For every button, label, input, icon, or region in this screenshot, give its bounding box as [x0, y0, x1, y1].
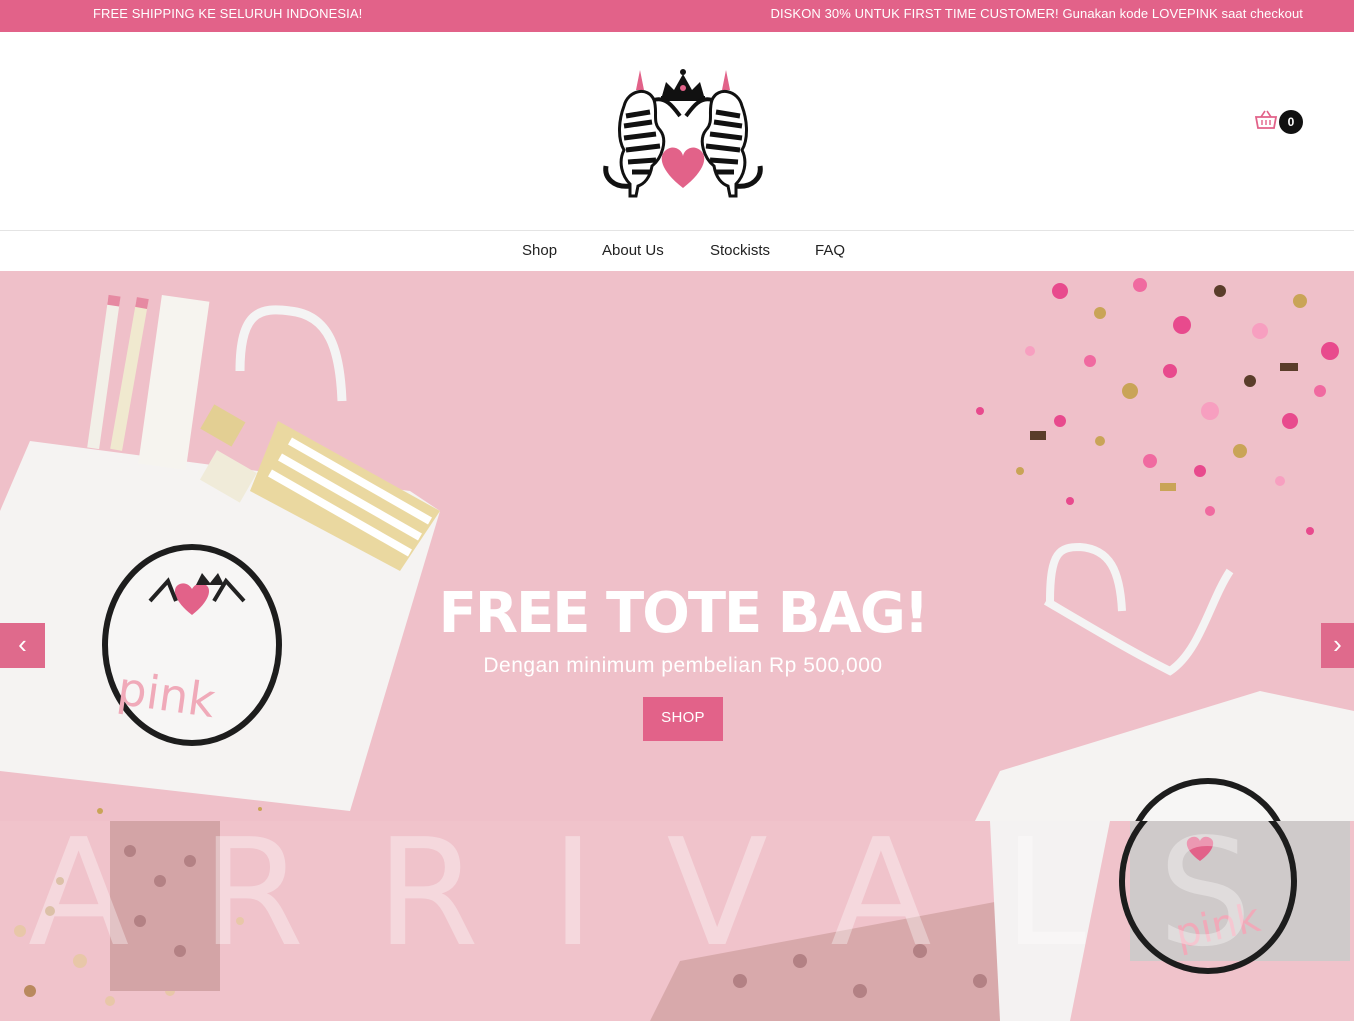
cart-count-badge: 0	[1279, 110, 1303, 134]
cart[interactable]: 0	[1255, 110, 1303, 134]
new-arrivals-banner[interactable]: pink ARRIVALS	[0, 821, 1354, 1021]
announcement-bar: FREE SHIPPING KE SELURUH INDONESIA! DISK…	[0, 0, 1354, 32]
hero-title: FREE TOTE BAG!	[438, 581, 930, 646]
left-tote-bag: pink	[0, 294, 440, 811]
nav-item-about-us[interactable]: About Us	[602, 242, 664, 259]
bottom-divider	[0, 1021, 1354, 1033]
crown-icon	[661, 69, 705, 101]
free-shipping-text: FREE SHIPPING KE SELURUH INDONESIA!	[93, 6, 363, 21]
hero-subtitle: Dengan minimum pembelian Rp 500,000	[483, 654, 883, 677]
discount-text: DISKON 30% UNTUK FIRST TIME CUSTOMER! Gu…	[770, 6, 1303, 21]
left-zebra	[603, 90, 682, 198]
right-zebra	[684, 90, 763, 198]
slider-prev-arrow-icon[interactable]: ‹	[0, 623, 45, 668]
slider-next-arrow-icon[interactable]: ›	[1321, 623, 1354, 668]
main-nav: Shop About Us Stockists FAQ	[0, 230, 1354, 271]
nav-item-stockists[interactable]: Stockists	[710, 242, 770, 259]
new-arrivals-background-word: ARRIVALS	[28, 821, 1324, 979]
zebra-crown-heart-logo-icon	[603, 69, 763, 198]
hero-shop-button[interactable]: SHOP	[643, 697, 723, 741]
basket-icon[interactable]	[1255, 110, 1277, 130]
confetti-top-right	[976, 278, 1339, 535]
hero-slider: pink FREE TOTE BAG! Dengan minimum pembe…	[0, 271, 1354, 821]
nav-item-shop[interactable]: Shop	[522, 242, 557, 259]
logo[interactable]	[600, 66, 766, 202]
nav-item-faq[interactable]: FAQ	[815, 242, 845, 259]
site-header: 0	[0, 32, 1354, 230]
